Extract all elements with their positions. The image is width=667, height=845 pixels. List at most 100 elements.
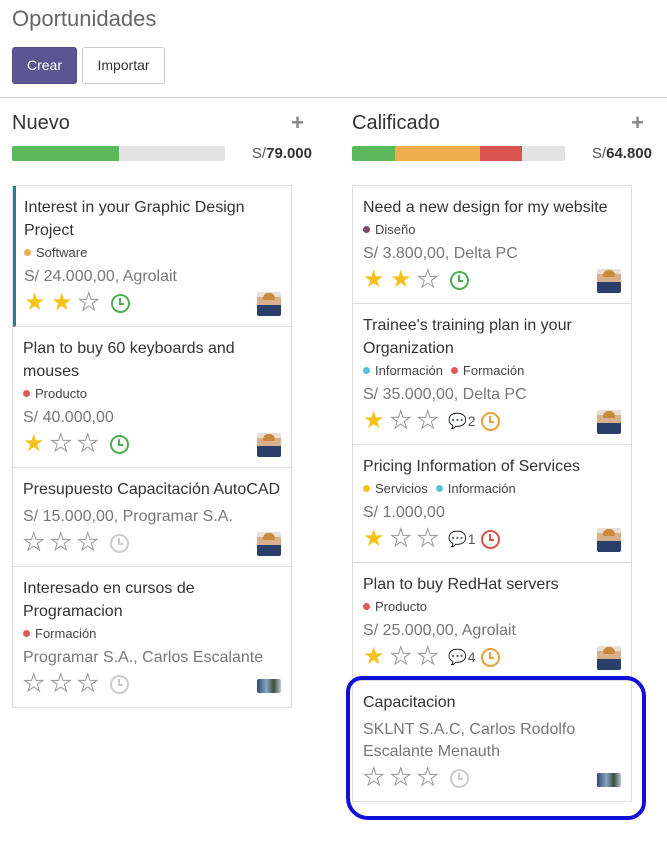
- star-icon[interactable]: ★: [390, 526, 417, 551]
- priority-stars[interactable]: ★ ★ ★: [23, 530, 104, 555]
- star-icon[interactable]: ★: [363, 409, 390, 433]
- opportunity-card[interactable]: Capacitacion SKLNT S.A.C, Carlos Rodolfo …: [353, 681, 631, 801]
- tag-list: Diseño: [363, 221, 621, 238]
- star-icon[interactable]: ★: [23, 671, 50, 696]
- tag-label: Servicios: [375, 481, 428, 496]
- column-progress-bar[interactable]: [352, 146, 565, 161]
- card-amount: S/ 40.000,00: [23, 409, 114, 426]
- star-icon[interactable]: ★: [78, 290, 105, 315]
- column-header: Nuevo + S/79.000: [12, 98, 312, 162]
- star-icon[interactable]: ★: [50, 431, 77, 456]
- avatar[interactable]: [257, 292, 281, 316]
- tag: Formación: [23, 626, 96, 641]
- avatar[interactable]: [597, 773, 621, 787]
- star-icon[interactable]: ★: [77, 530, 104, 555]
- tag-label: Información: [447, 481, 516, 496]
- star-icon[interactable]: ★: [390, 268, 417, 292]
- quick-create-button[interactable]: +: [291, 110, 304, 136]
- priority-stars[interactable]: ★ ★ ★: [363, 765, 444, 790]
- tag-label: Producto: [35, 386, 88, 401]
- tag-color-dot: [24, 249, 31, 256]
- avatar[interactable]: [257, 532, 281, 556]
- message-count-value: 2: [467, 413, 476, 429]
- progress-segment[interactable]: [12, 146, 119, 161]
- star-icon[interactable]: ★: [417, 644, 444, 669]
- avatar[interactable]: [257, 679, 281, 693]
- progress-segment[interactable]: [352, 146, 395, 161]
- star-icon[interactable]: ★: [23, 530, 50, 555]
- star-icon[interactable]: ★: [363, 645, 390, 669]
- star-icon[interactable]: ★: [23, 432, 50, 456]
- star-icon[interactable]: ★: [77, 431, 104, 456]
- progress-segment[interactable]: [394, 146, 480, 161]
- star-icon[interactable]: ★: [363, 268, 390, 292]
- message-count[interactable]: 💬 4: [448, 648, 475, 666]
- card-name: Interest in your Graphic Design Project: [24, 199, 245, 239]
- star-icon[interactable]: ★: [417, 526, 444, 551]
- clock-icon[interactable]: [110, 674, 129, 694]
- tag-color-dot: [435, 485, 443, 492]
- opportunity-card[interactable]: Trainee's training plan in your Organiza…: [353, 304, 631, 445]
- tag-label: Diseño: [375, 222, 416, 237]
- clock-icon[interactable]: [110, 533, 129, 553]
- avatar[interactable]: [597, 646, 621, 670]
- clock-icon[interactable]: [450, 768, 469, 788]
- star-icon[interactable]: ★: [50, 530, 77, 555]
- column-total: S/64.800: [592, 145, 652, 162]
- card-footer: ★ ★ ★ 💬 2: [363, 408, 621, 434]
- card-name: Capacitacion: [363, 694, 456, 711]
- star-icon[interactable]: ★: [24, 291, 51, 315]
- opportunity-card[interactable]: Plan to buy 60 keyboards and mouses Produ…: [13, 327, 291, 468]
- star-icon[interactable]: ★: [51, 291, 78, 315]
- star-icon[interactable]: ★: [363, 527, 390, 551]
- card-name: Trainee's training plan in your Organiza…: [363, 317, 572, 357]
- card-amount: S/ 3.800,00, Delta PC: [363, 245, 518, 262]
- star-icon[interactable]: ★: [77, 671, 104, 696]
- comments-icon: 💬: [448, 649, 467, 666]
- opportunity-card[interactable]: Presupuesto Capacitación AutoCAD S/ 15.00…: [13, 468, 291, 567]
- progress-segment[interactable]: [479, 146, 523, 161]
- clock-icon[interactable]: [481, 411, 501, 431]
- priority-stars[interactable]: ★ ★ ★: [363, 408, 444, 433]
- currency-label: S/: [591, 145, 607, 162]
- opportunity-card[interactable]: Pricing Information of Services Servicios…: [353, 445, 631, 563]
- quick-create-button[interactable]: +: [631, 110, 644, 136]
- clock-icon[interactable]: [481, 529, 501, 549]
- priority-stars[interactable]: ★ ★ ★: [24, 290, 105, 315]
- star-icon[interactable]: ★: [363, 765, 390, 790]
- opportunity-card[interactable]: Plan to buy RedHat servers Producto S/ 25.…: [353, 563, 631, 681]
- priority-stars[interactable]: ★ ★ ★: [363, 267, 444, 292]
- opportunity-card[interactable]: Interesado en cursos de Programacion Form…: [13, 567, 291, 707]
- avatar[interactable]: [597, 269, 621, 293]
- star-icon[interactable]: ★: [390, 765, 417, 790]
- priority-stars[interactable]: ★ ★ ★: [23, 431, 104, 456]
- create-button[interactable]: Crear: [12, 47, 77, 84]
- avatar[interactable]: [597, 410, 621, 434]
- star-icon[interactable]: ★: [417, 408, 444, 433]
- star-icon[interactable]: ★: [390, 644, 417, 669]
- tag-label: Formación: [462, 363, 525, 378]
- message-count-value: 1: [467, 531, 476, 547]
- star-icon[interactable]: ★: [417, 267, 444, 292]
- opportunity-card[interactable]: Need a new design for my website Diseño S/…: [353, 186, 631, 304]
- priority-stars[interactable]: ★ ★ ★: [363, 526, 444, 551]
- priority-stars[interactable]: ★ ★ ★: [23, 671, 104, 696]
- star-icon[interactable]: ★: [417, 765, 444, 790]
- kanban-column-nuevo: Nuevo + S/79.000 Interest in your Graphic D…: [12, 98, 312, 708]
- clock-icon[interactable]: [450, 270, 469, 290]
- tag: Software: [24, 245, 87, 260]
- import-button[interactable]: Importar: [82, 47, 165, 84]
- avatar[interactable]: [257, 433, 281, 457]
- message-count[interactable]: 💬 2: [448, 412, 475, 430]
- avatar[interactable]: [597, 528, 621, 552]
- star-icon[interactable]: ★: [390, 408, 417, 433]
- opportunity-card[interactable]: Interest in your Graphic Design Project S…: [13, 186, 291, 327]
- clock-icon[interactable]: [111, 293, 130, 313]
- star-icon[interactable]: ★: [50, 671, 77, 696]
- tag-color-dot: [363, 226, 370, 233]
- clock-icon[interactable]: [110, 434, 129, 454]
- message-count[interactable]: 💬 1: [448, 530, 475, 548]
- priority-stars[interactable]: ★ ★ ★: [363, 644, 444, 669]
- clock-icon[interactable]: [481, 647, 501, 667]
- column-progress-bar[interactable]: [12, 146, 225, 161]
